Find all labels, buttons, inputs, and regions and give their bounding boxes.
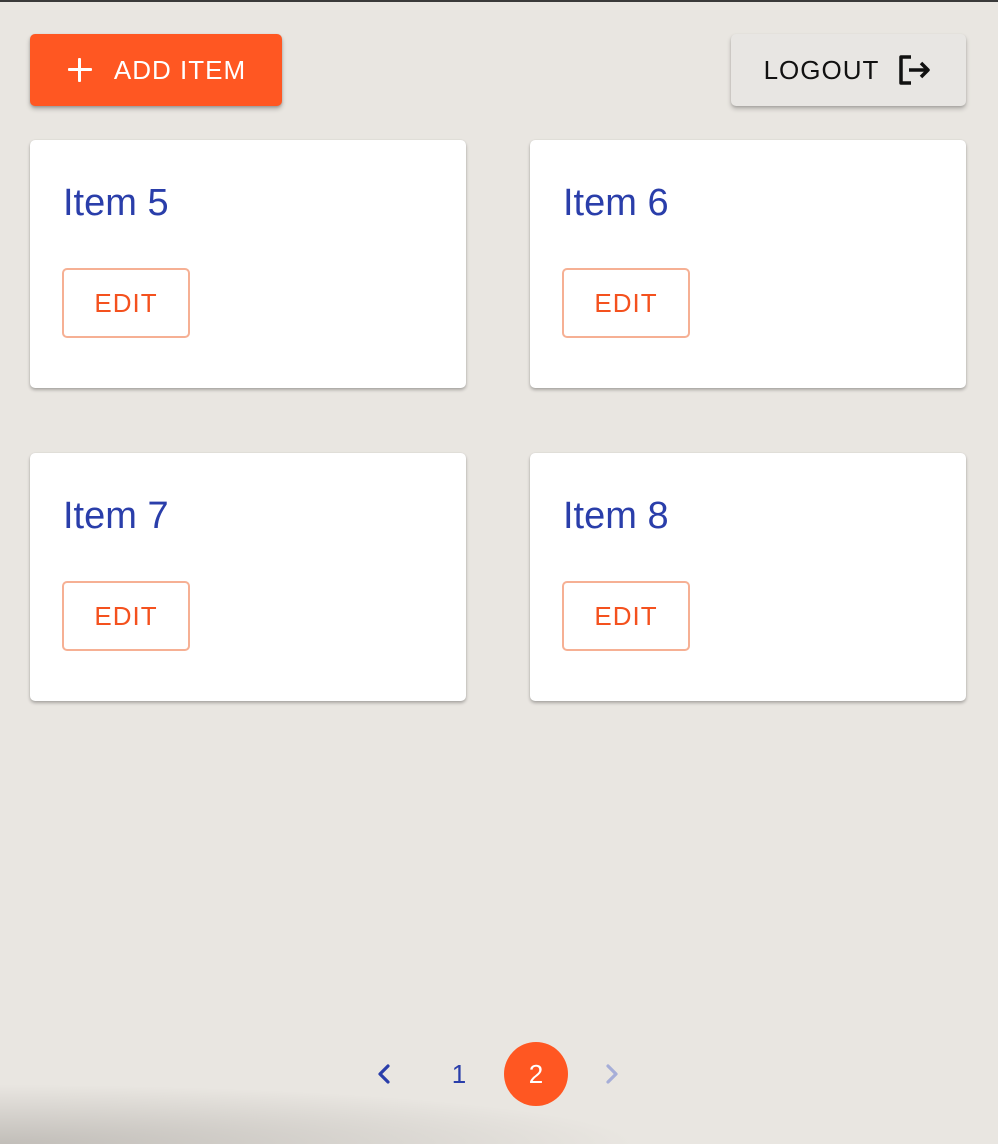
edit-button[interactable]: EDIT bbox=[62, 268, 190, 338]
add-item-button[interactable]: ADD ITEM bbox=[30, 34, 282, 106]
chevron-right-icon bbox=[606, 1064, 618, 1084]
edit-button[interactable]: EDIT bbox=[562, 581, 690, 651]
edit-button[interactable]: EDIT bbox=[562, 268, 690, 338]
logout-icon bbox=[899, 55, 931, 85]
logout-label: LOGOUT bbox=[763, 54, 880, 85]
chevron-left-icon bbox=[378, 1064, 390, 1084]
plus-icon bbox=[66, 56, 94, 84]
item-title: Item 5 bbox=[63, 182, 169, 224]
logout-button[interactable]: LOGOUT bbox=[731, 34, 966, 106]
item-title: Item 8 bbox=[563, 495, 669, 537]
item-card: Item 7 EDIT bbox=[30, 453, 466, 701]
next-page-button[interactable] bbox=[580, 1042, 644, 1106]
item-title: Item 7 bbox=[63, 495, 169, 537]
page-button-1[interactable]: 1 bbox=[427, 1042, 491, 1106]
item-card: Item 5 EDIT bbox=[30, 140, 466, 388]
item-card: Item 8 EDIT bbox=[530, 453, 966, 701]
item-card: Item 6 EDIT bbox=[530, 140, 966, 388]
previous-page-button[interactable] bbox=[352, 1042, 416, 1106]
page-button-2-current[interactable]: 2 bbox=[504, 1042, 568, 1106]
item-title: Item 6 bbox=[563, 182, 669, 224]
pagination: 1 2 bbox=[360, 1042, 640, 1108]
app-frame: ADD ITEM LOGOUT Item 5 EDIT Item 6 EDIT … bbox=[0, 0, 998, 1144]
add-item-label: ADD ITEM bbox=[113, 54, 247, 85]
edit-button[interactable]: EDIT bbox=[62, 581, 190, 651]
